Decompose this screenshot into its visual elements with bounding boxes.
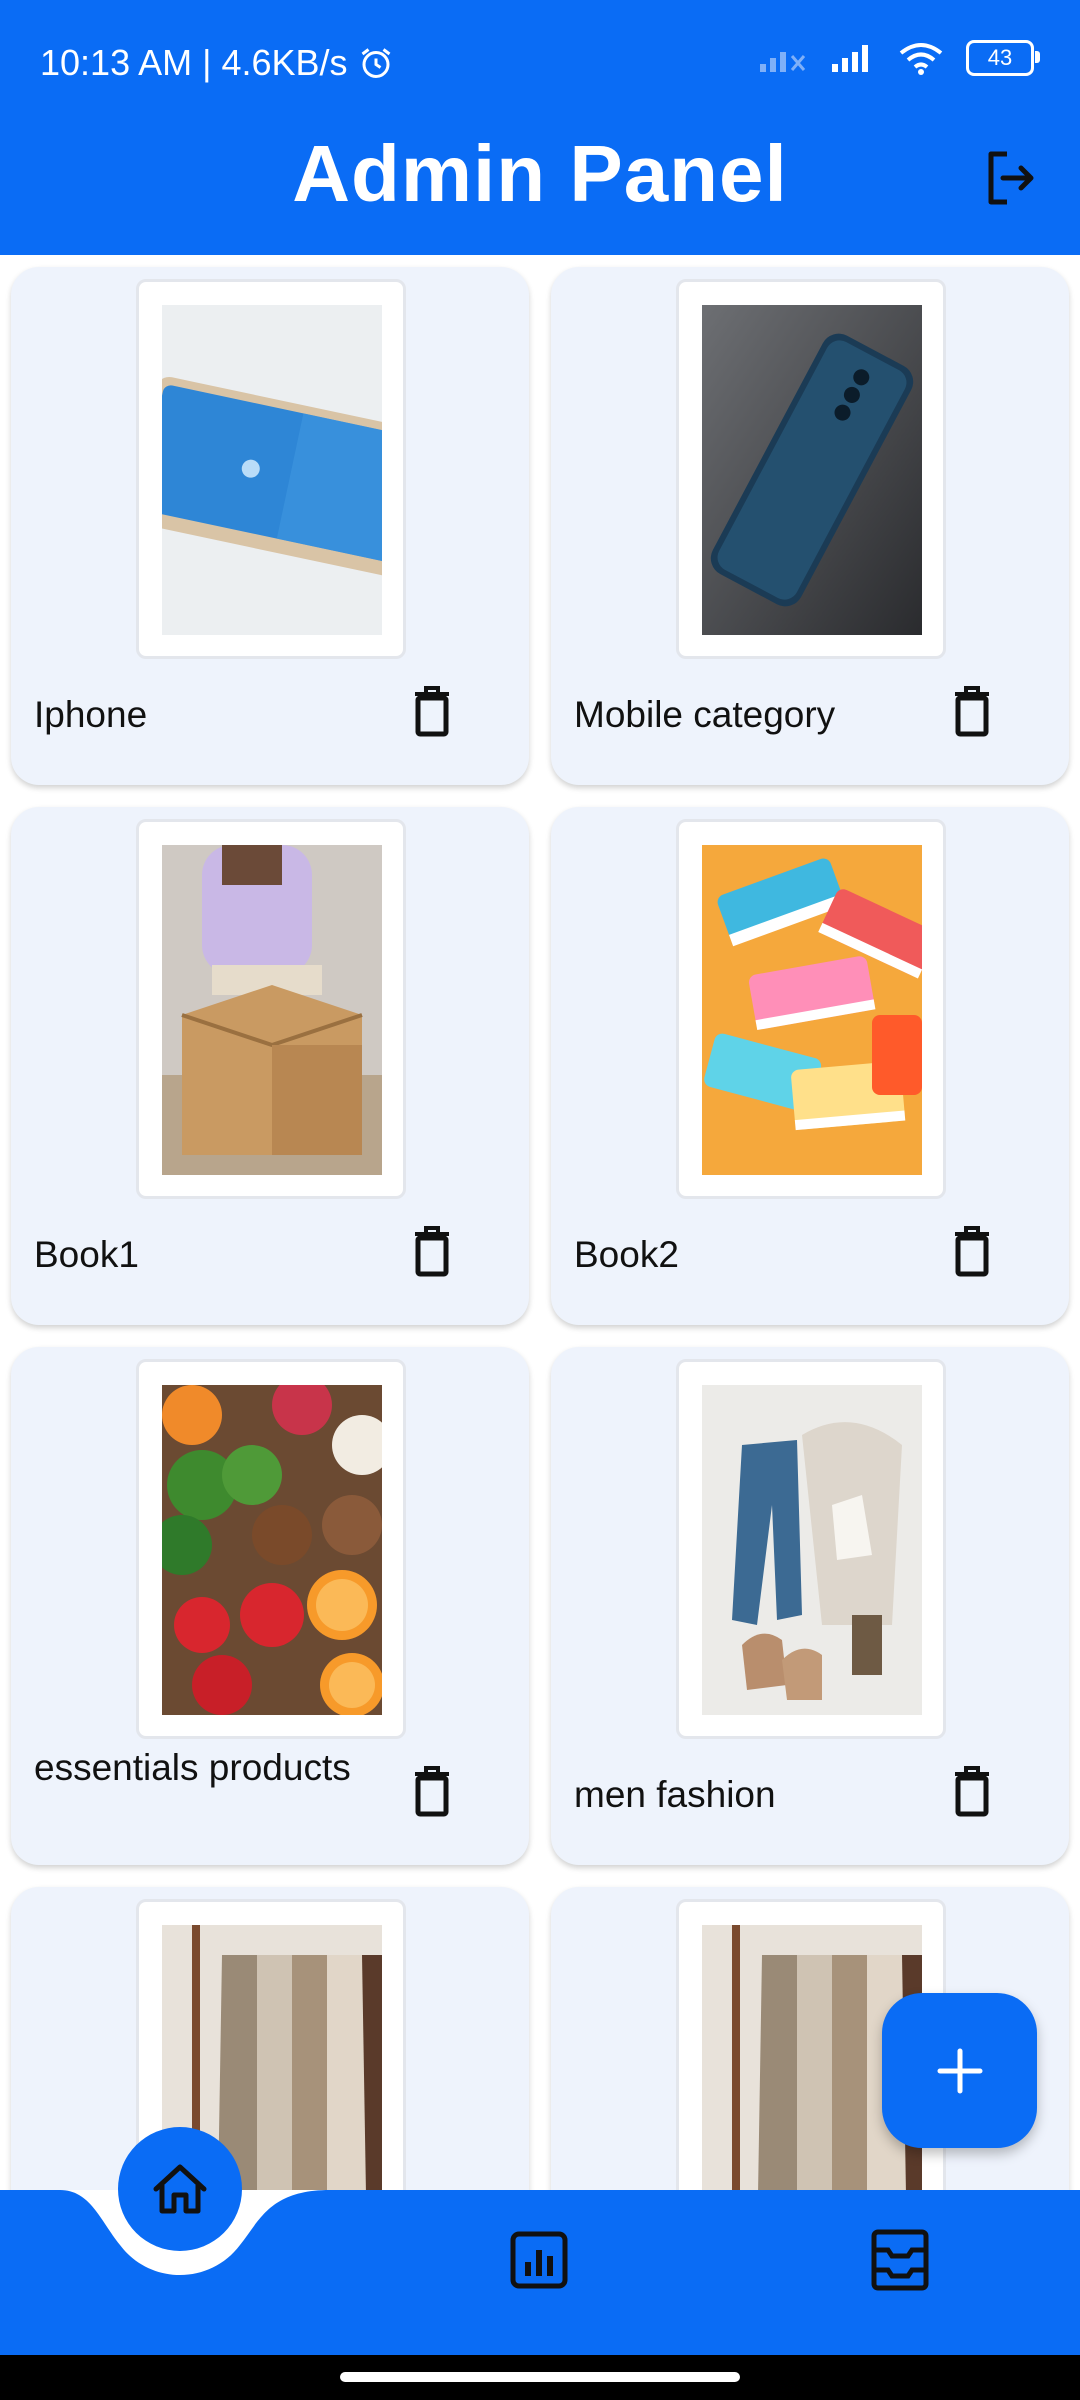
category-card[interactable]: Book2 [551,807,1069,1325]
trash-icon[interactable] [951,685,993,737]
fresh-produce-photo [162,1385,382,1715]
trash-icon[interactable] [411,685,453,737]
category-thumbnail [136,819,406,1199]
trash-icon[interactable] [411,1225,453,1277]
category-card[interactable]: men fashion [551,1347,1069,1865]
plus-icon [937,2048,982,2093]
page-title: Admin Panel [292,129,788,218]
category-thumbnail [676,279,946,659]
colorful-books-photo [702,845,922,1175]
category-card[interactable]: Book1 [11,807,529,1325]
trash-icon[interactable] [951,1225,993,1277]
alarm-icon [361,48,390,78]
category-name: Book1 [34,1234,139,1275]
category-name: Book2 [574,1234,679,1275]
home-icon [153,2164,207,2214]
category-name: Iphone [34,694,148,735]
category-card[interactable] [11,1887,529,2190]
category-card[interactable]: Iphone [11,267,529,785]
inbox-icon[interactable] [870,2228,930,2292]
home-indicator[interactable] [340,2372,740,2382]
category-name: Mobile category [574,694,836,735]
category-name: essentials products [34,1747,351,1788]
category-thumbnail [136,279,406,659]
chart-icon[interactable] [509,2230,569,2290]
category-thumbnail [136,1359,406,1739]
logout-icon[interactable] [985,150,1035,206]
app-header: 10:13 AM | 4.6KB/s 43 Admin Panel [0,0,1080,255]
trash-icon[interactable] [411,1765,453,1817]
status-time-speed: 10:13 AM | 4.6KB/s [40,42,348,83]
trash-icon[interactable] [951,1765,993,1817]
signal-icon [832,45,868,72]
add-category-button[interactable] [882,1993,1037,2148]
category-grid: Iphone Mobile category Book1 Book2 essen… [0,255,1080,2190]
category-thumbnail [676,1359,946,1739]
category-thumbnail [676,819,946,1199]
nav-home-button[interactable] [118,2127,242,2251]
category-card[interactable]: essentials products [11,1347,529,1865]
smartphone-photo [702,305,922,635]
signal-weak-icon [760,52,806,72]
status-right: 43 [758,40,1040,76]
status-left: 10:13 AM | 4.6KB/s [40,42,394,84]
battery-icon: 43 [966,40,1040,76]
battery-level: 43 [987,45,1013,70]
category-name: men fashion [574,1774,776,1815]
status-bar: 10:13 AM | 4.6KB/s 43 [0,0,1080,130]
book-box-photo [162,845,382,1175]
tablet-photo [162,305,382,635]
category-card[interactable]: Mobile category [551,267,1069,785]
wifi-icon [899,43,943,75]
clothes-flatlay-photo [702,1385,922,1715]
